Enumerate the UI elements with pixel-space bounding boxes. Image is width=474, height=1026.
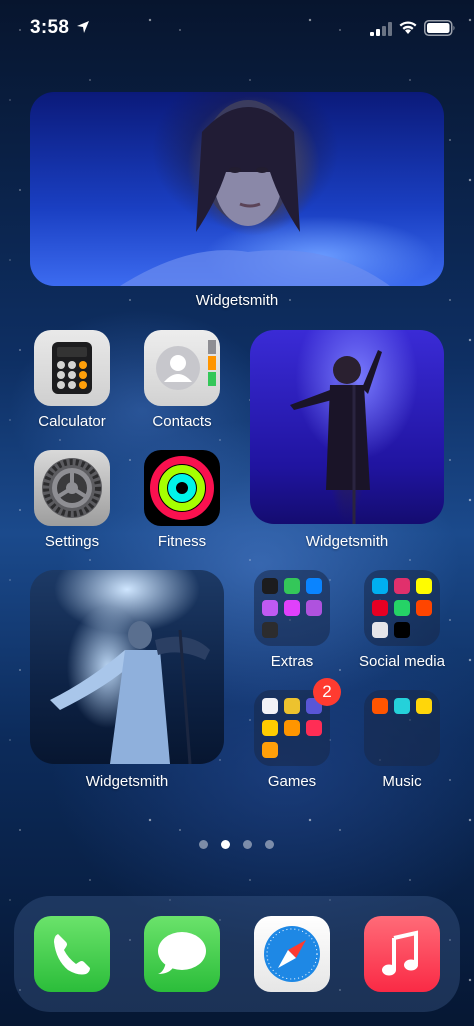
game-icon bbox=[284, 720, 300, 736]
widgetsmith-photo-widget[interactable] bbox=[30, 570, 224, 764]
compass-icon bbox=[264, 926, 320, 982]
settings-app-icon[interactable] bbox=[34, 450, 110, 526]
instagram-icon bbox=[394, 578, 410, 594]
location-arrow-icon bbox=[77, 21, 89, 33]
settings-label: Settings bbox=[44, 533, 100, 550]
contacts-app-icon[interactable] bbox=[144, 330, 220, 406]
tiktok-icon bbox=[394, 622, 410, 638]
cellular-signal-icon bbox=[370, 22, 392, 36]
music-app-icon[interactable] bbox=[364, 916, 440, 992]
page-indicator[interactable] bbox=[199, 840, 279, 850]
portrait-photo bbox=[120, 100, 390, 286]
social-media-folder-label: Social media bbox=[359, 653, 445, 670]
widget-label: Widgetsmith bbox=[85, 773, 169, 790]
music-note-icon bbox=[382, 930, 418, 976]
contacts-icon bbox=[156, 340, 216, 390]
battery-icon bbox=[424, 20, 455, 36]
status-time: 3:58 bbox=[30, 17, 70, 38]
pinterest-icon bbox=[372, 600, 388, 616]
chess-icon bbox=[262, 698, 278, 714]
message-bubble-icon bbox=[158, 932, 206, 974]
widget-label: Widgetsmith bbox=[305, 533, 389, 550]
phone-icon bbox=[54, 934, 90, 975]
calculator-icon bbox=[52, 342, 92, 394]
widget-label: Widgetsmith bbox=[195, 292, 279, 309]
gear-icon bbox=[42, 458, 102, 518]
page-dot[interactable] bbox=[265, 840, 274, 849]
soundcloud-icon bbox=[372, 698, 388, 714]
safari-app-icon[interactable] bbox=[254, 916, 330, 992]
calculator-label: Calculator bbox=[38, 413, 106, 430]
notes-icon bbox=[416, 698, 432, 714]
shortcuts-icon bbox=[262, 600, 278, 616]
snapchat-icon bbox=[416, 578, 432, 594]
page-dot[interactable] bbox=[243, 840, 252, 849]
extras-folder[interactable] bbox=[254, 570, 330, 646]
camera-icon bbox=[372, 622, 388, 638]
page-dot-current[interactable] bbox=[221, 840, 230, 849]
amazon-music-icon bbox=[394, 698, 410, 714]
fitness-app-icon[interactable] bbox=[144, 450, 220, 526]
music-folder[interactable] bbox=[364, 690, 440, 766]
fitness-label: Fitness bbox=[157, 533, 207, 550]
game-icon bbox=[262, 720, 278, 736]
status-bar: 3:58 bbox=[0, 0, 474, 58]
page-dot[interactable] bbox=[199, 840, 208, 849]
widgetsmith-photo-widget[interactable] bbox=[30, 92, 444, 286]
messages-app-icon[interactable] bbox=[144, 916, 220, 992]
whatsapp-icon bbox=[394, 600, 410, 616]
music-folder-label: Music bbox=[382, 773, 422, 790]
game-icon bbox=[306, 720, 322, 736]
phone-app-icon[interactable] bbox=[34, 916, 110, 992]
game-icon bbox=[262, 742, 278, 758]
reddit-icon bbox=[416, 600, 432, 616]
voice-memos-icon bbox=[262, 578, 278, 594]
widgetsmith-photo-widget[interactable] bbox=[250, 330, 444, 524]
extras-folder-label: Extras bbox=[270, 653, 314, 670]
games-notification-badge: 2 bbox=[313, 678, 341, 706]
concert-photo bbox=[290, 350, 382, 524]
calculator-app-icon[interactable] bbox=[34, 330, 110, 406]
skype-icon bbox=[372, 578, 388, 594]
feedback-icon bbox=[306, 600, 322, 616]
itunes-store-icon bbox=[284, 600, 300, 616]
files-icon bbox=[306, 578, 322, 594]
wifi-icon bbox=[399, 21, 417, 34]
contacts-label: Contacts bbox=[152, 413, 212, 430]
stage-photo bbox=[50, 621, 210, 764]
game-2048-icon bbox=[284, 698, 300, 714]
games-folder-label: Games bbox=[267, 773, 317, 790]
activity-rings-icon bbox=[150, 456, 214, 520]
find-my-icon bbox=[284, 578, 300, 594]
magnifier-icon bbox=[262, 622, 278, 638]
social-media-folder[interactable] bbox=[364, 570, 440, 646]
